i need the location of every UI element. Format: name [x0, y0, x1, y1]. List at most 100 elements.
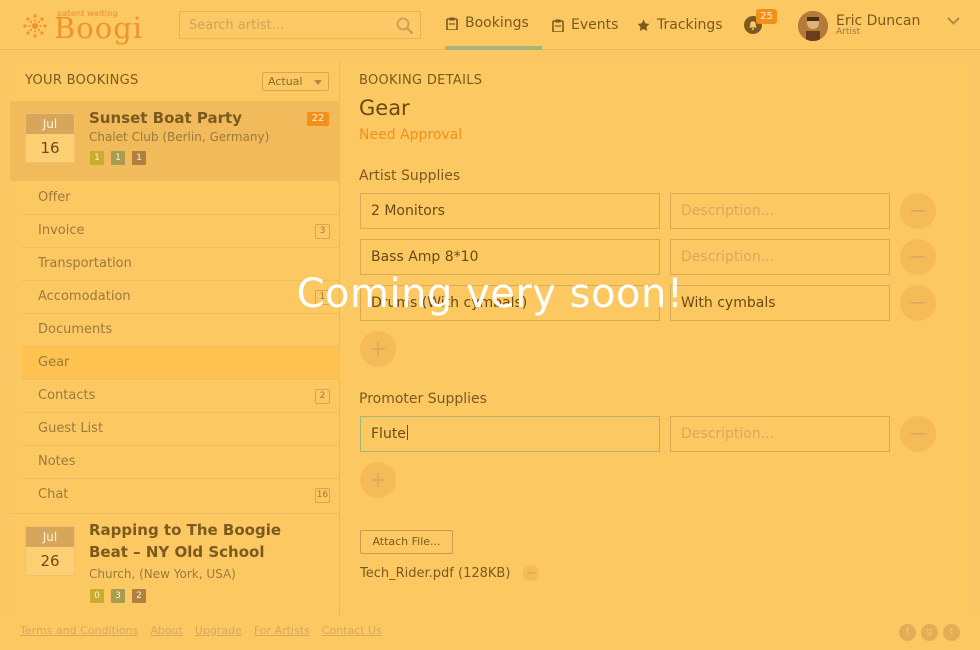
status-chip: 1 [90, 151, 104, 165]
text-cursor [406, 425, 408, 440]
section-title-artist: Artist Supplies [359, 168, 461, 184]
panel-title: YOUR BOOKINGS [25, 73, 139, 88]
date-day: 16 [40, 139, 60, 157]
supply-description-field[interactable]: Description... [670, 193, 890, 229]
clipboard-icon [552, 19, 564, 32]
menu-item-offer[interactable]: Offer [22, 182, 340, 215]
status-chip: 3 [111, 589, 125, 603]
avatar[interactable] [798, 11, 828, 41]
menu-count: 2 [315, 389, 330, 404]
menu-item-gear[interactable]: Gear [22, 347, 340, 380]
menu-label: Contacts [38, 388, 96, 403]
tab-label: Bookings [465, 15, 529, 31]
status-chip: 2 [132, 589, 146, 603]
menu-item-invoice[interactable]: Invoice 3 [22, 215, 340, 248]
supply-description-field[interactable]: Description... [670, 416, 890, 452]
booking-details-panel: BOOKING DETAILS Gear Need Approval Artis… [340, 61, 970, 615]
add-promoter-item-button[interactable] [360, 462, 396, 498]
notification-badge: 25 [756, 9, 777, 24]
sun-logo-icon [23, 14, 47, 38]
menu-count: 3 [315, 224, 330, 239]
field-value: Flute [371, 426, 406, 442]
booking-card[interactable]: Jul 16 Sunset Boat Party Chalet Club (Be… [10, 101, 340, 181]
brand-name: Boogi [54, 11, 144, 45]
tab-label: Events [571, 17, 619, 33]
user-photo [798, 11, 828, 41]
booking-venue: Chalet Club (Berlin, Germany) [89, 130, 270, 144]
search-box [179, 11, 421, 39]
chevron-down-icon[interactable] [947, 17, 960, 26]
remove-file-button[interactable] [523, 565, 539, 581]
booking-title: Sunset Boat Party [89, 109, 242, 127]
booking-badge: 22 [307, 112, 329, 126]
menu-label: Documents [38, 322, 113, 337]
status-label: Need Approval [359, 127, 463, 143]
date-month: Jul [26, 114, 74, 134]
menu-label: Chat [38, 487, 69, 502]
minus-icon [911, 256, 925, 258]
tab-events[interactable]: Events [552, 0, 618, 50]
menu-item-guest-list[interactable]: Guest List [22, 413, 340, 446]
booking-card[interactable]: Jul 26 Rapping to The Boogie Beat – NY O… [10, 513, 340, 615]
caret-down-icon [314, 80, 322, 85]
date-month: Jul [26, 527, 74, 547]
user-role: Artist [836, 27, 861, 37]
minus-icon [911, 433, 925, 435]
top-bar: patent waiting Boogi Bookings Events Tra… [0, 0, 980, 50]
status-chip: 1 [132, 151, 146, 165]
attach-file-button[interactable]: Attach File... [360, 530, 453, 554]
date-day: 26 [40, 552, 60, 570]
google-plus-icon[interactable]: g [921, 624, 938, 641]
footer-links: Terms and Conditions About Upgrade For A… [20, 624, 382, 637]
status-chip: 0 [90, 589, 104, 603]
tab-bookings[interactable]: Bookings [445, 0, 542, 50]
booking-menu: Offer Invoice 3 Transportation Accomodati… [22, 182, 340, 512]
star-icon [637, 19, 650, 31]
search-input[interactable] [180, 12, 390, 38]
minus-icon [527, 572, 535, 574]
search-icon[interactable] [396, 17, 413, 34]
filter-value: Actual [268, 75, 303, 88]
booking-venue: Church, (New York, USA) [89, 567, 236, 581]
booking-title-line2: Beat – NY Old School [89, 543, 265, 561]
supply-name-field[interactable]: Flute [360, 416, 660, 452]
plus-icon [371, 473, 385, 487]
facebook-icon[interactable]: f [899, 624, 916, 641]
twitter-icon[interactable]: t [943, 624, 960, 641]
attached-file-name[interactable]: Tech_Rider.pdf (128KB) [360, 566, 510, 581]
page-title: Gear [359, 96, 410, 120]
footer-link-contact[interactable]: Contact Us [322, 624, 382, 637]
clipboard-icon [446, 17, 458, 30]
date-box: Jul 26 [25, 526, 75, 576]
supply-name-field[interactable]: 2 Monitors [360, 193, 660, 229]
plus-icon [371, 342, 385, 356]
footer-link-upgrade[interactable]: Upgrade [195, 624, 242, 637]
menu-item-chat[interactable]: Chat 16 [22, 479, 340, 512]
tab-trackings[interactable]: Trackings [637, 0, 723, 50]
filter-select[interactable]: Actual [262, 72, 329, 91]
minus-icon [911, 210, 925, 212]
panel-title: BOOKING DETAILS [359, 73, 483, 88]
menu-label: Gear [38, 355, 70, 370]
footer-link-for-artists[interactable]: For Artists [254, 624, 310, 637]
remove-item-button[interactable] [900, 193, 936, 229]
menu-item-contacts[interactable]: Contacts 2 [22, 380, 340, 413]
status-chip: 1 [111, 151, 125, 165]
logo[interactable]: patent waiting Boogi [20, 9, 144, 45]
booking-title: Rapping to The Boogie [89, 521, 282, 539]
footer-link-terms[interactable]: Terms and Conditions [20, 624, 138, 637]
footer: Terms and Conditions About Upgrade For A… [0, 616, 980, 650]
footer-link-about[interactable]: About [150, 624, 183, 637]
date-box: Jul 16 [25, 113, 75, 163]
tab-label: Trackings [657, 17, 723, 33]
menu-item-notes[interactable]: Notes [22, 446, 340, 479]
menu-label: Invoice [38, 223, 85, 238]
menu-count: 16 [315, 488, 330, 503]
menu-label: Offer [38, 190, 71, 205]
menu-label: Notes [38, 454, 76, 469]
coming-soon-overlay: Coming very soon! [296, 271, 684, 317]
add-artist-item-button[interactable] [360, 331, 396, 367]
bookings-panel: YOUR BOOKINGS Actual Jul 16 Sunset Boat … [10, 61, 340, 615]
section-title-promoter: Promoter Supplies [359, 391, 487, 407]
remove-item-button[interactable] [900, 416, 936, 452]
